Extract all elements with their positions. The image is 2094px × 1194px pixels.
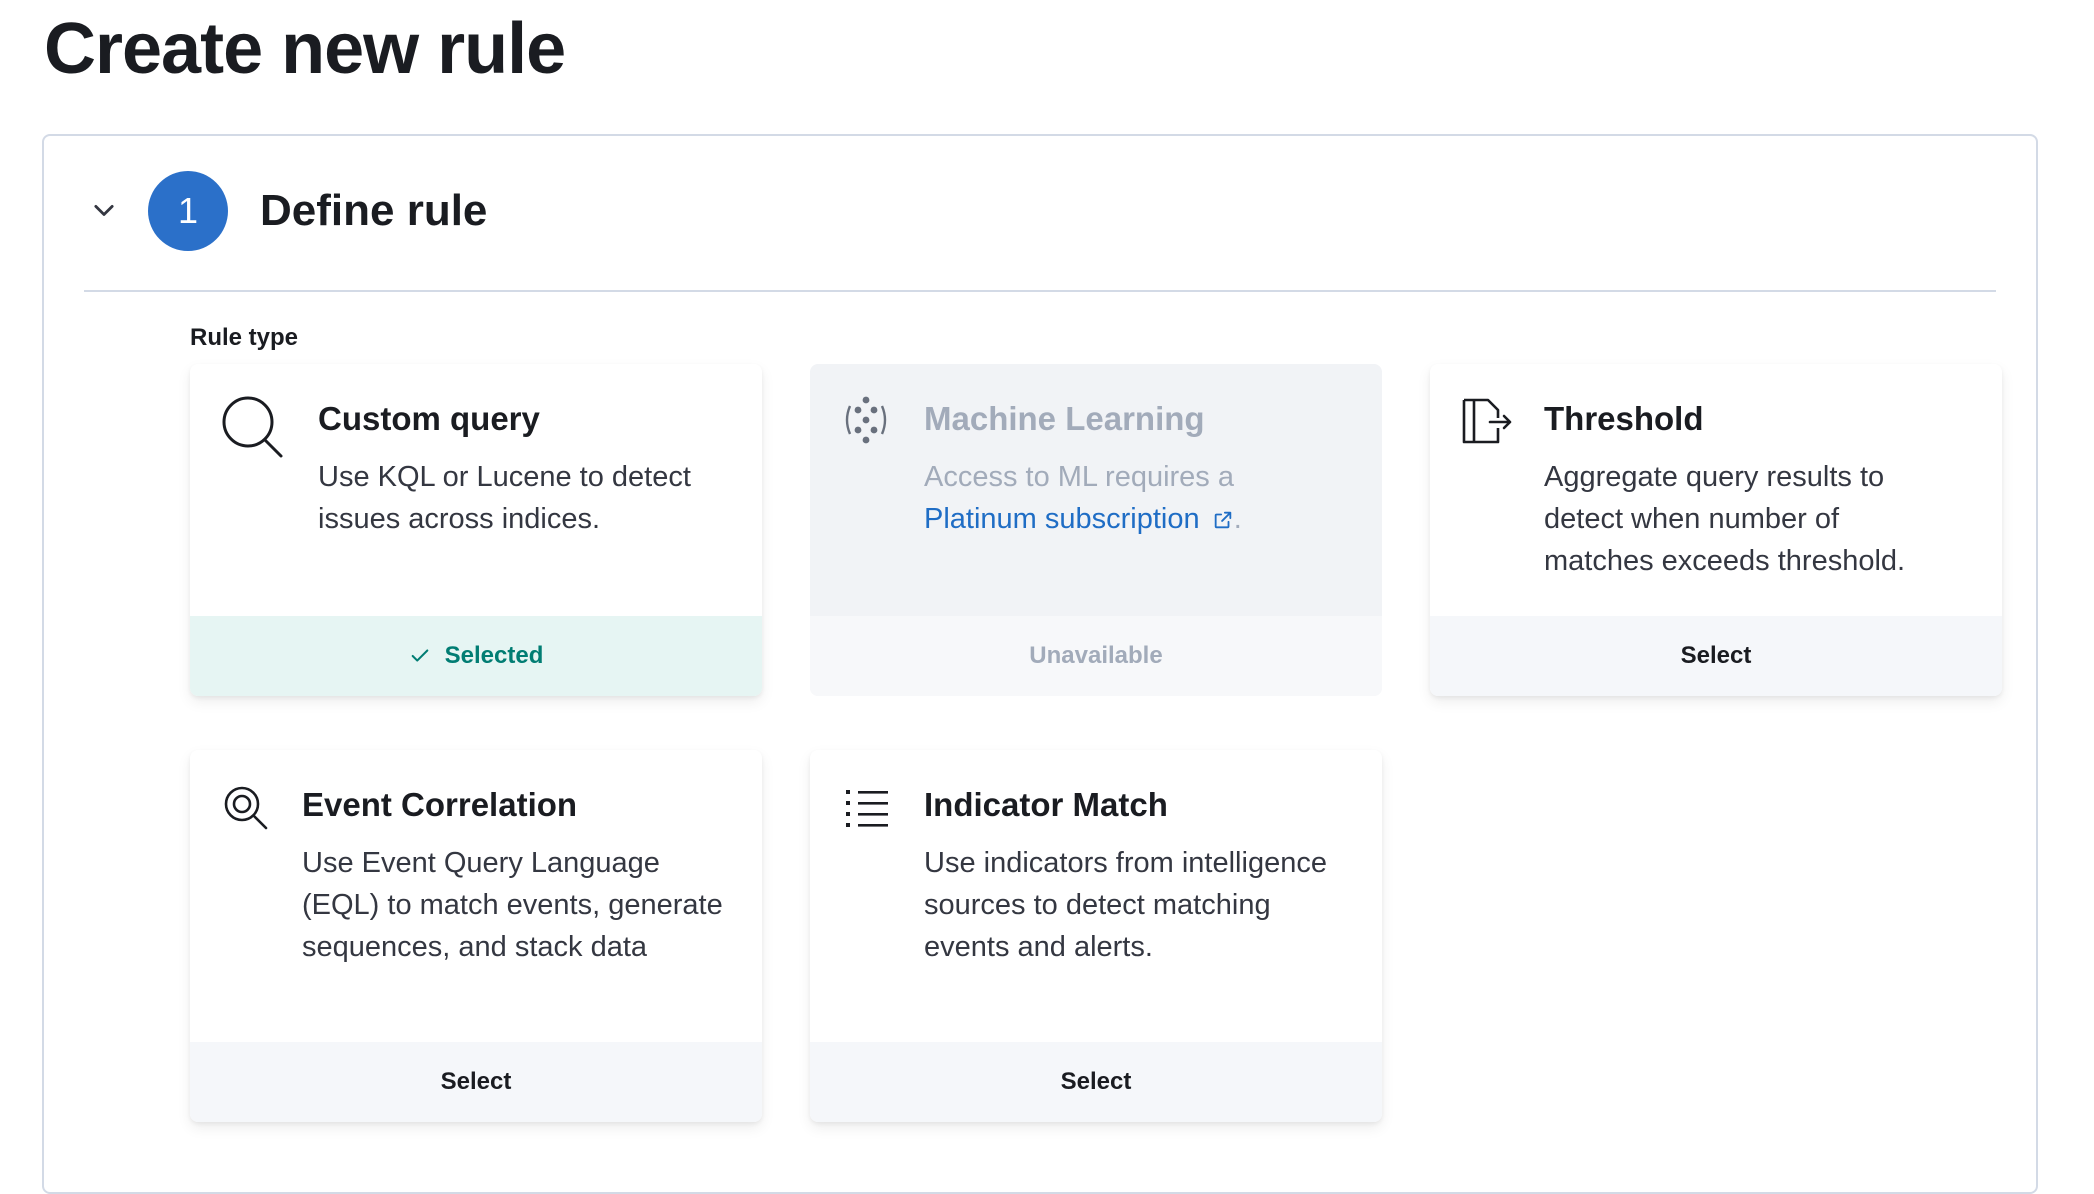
card-title: Custom query bbox=[318, 400, 540, 437]
footer-label: Selected bbox=[444, 642, 544, 669]
selected-button[interactable]: Selected bbox=[190, 616, 762, 696]
page-title: Create new rule bbox=[44, 9, 566, 89]
rule-type-label: Rule type bbox=[190, 324, 299, 351]
check-icon bbox=[411, 649, 428, 662]
card-title: Event Correlation bbox=[302, 786, 578, 823]
list-icon bbox=[846, 788, 890, 833]
description-text: Access to ML requires a bbox=[924, 461, 1234, 493]
card-description: Use indicators from intelligence sources… bbox=[924, 847, 1327, 963]
search-icon bbox=[220, 394, 290, 469]
card-description: Use Event Query Language (EQL) to match … bbox=[302, 847, 723, 963]
rule-card-custom-query[interactable]: Custom query Use KQL or Lucene to detect… bbox=[190, 364, 762, 696]
card-title: Machine Learning bbox=[924, 400, 1205, 437]
card-title: Indicator Match bbox=[924, 786, 1168, 823]
card-description: Use KQL or Lucene to detect issues acros… bbox=[318, 461, 691, 535]
step-title: Define rule bbox=[260, 186, 488, 235]
external-link-icon[interactable] bbox=[1212, 509, 1234, 531]
rule-card-threshold[interactable]: Threshold Aggregate query results to det… bbox=[1430, 364, 2002, 696]
rule-card-event-correlation[interactable]: Event Correlation Use Event Query Langua… bbox=[190, 750, 762, 1122]
card-description: Aggregate query results to detect when n… bbox=[1544, 461, 1906, 577]
platinum-subscription-link[interactable]: Platinum subscription bbox=[924, 503, 1200, 535]
rule-card-indicator-match[interactable]: Indicator Match Use indicators from inte… bbox=[810, 750, 1382, 1122]
select-button[interactable]: Select bbox=[810, 1042, 1382, 1122]
unavailable-label: Unavailable bbox=[810, 616, 1382, 696]
card-description: Access to ML requires a Platinum subscri… bbox=[924, 456, 1354, 540]
threshold-icon bbox=[1460, 396, 1516, 451]
eql-icon bbox=[222, 784, 272, 839]
select-button[interactable]: Select bbox=[1430, 616, 2002, 696]
link-suffix: . bbox=[1233, 503, 1242, 535]
chevron-down-icon[interactable] bbox=[84, 191, 124, 231]
divider bbox=[84, 290, 1996, 292]
step-number-badge: 1 bbox=[148, 171, 228, 251]
step-header: 1 Define rule bbox=[84, 170, 487, 252]
rule-card-machine-learning: Machine Learning Access to ML requires a… bbox=[810, 364, 1382, 696]
ml-icon bbox=[840, 394, 892, 451]
card-title: Threshold bbox=[1544, 400, 1704, 437]
select-button[interactable]: Select bbox=[190, 1042, 762, 1122]
